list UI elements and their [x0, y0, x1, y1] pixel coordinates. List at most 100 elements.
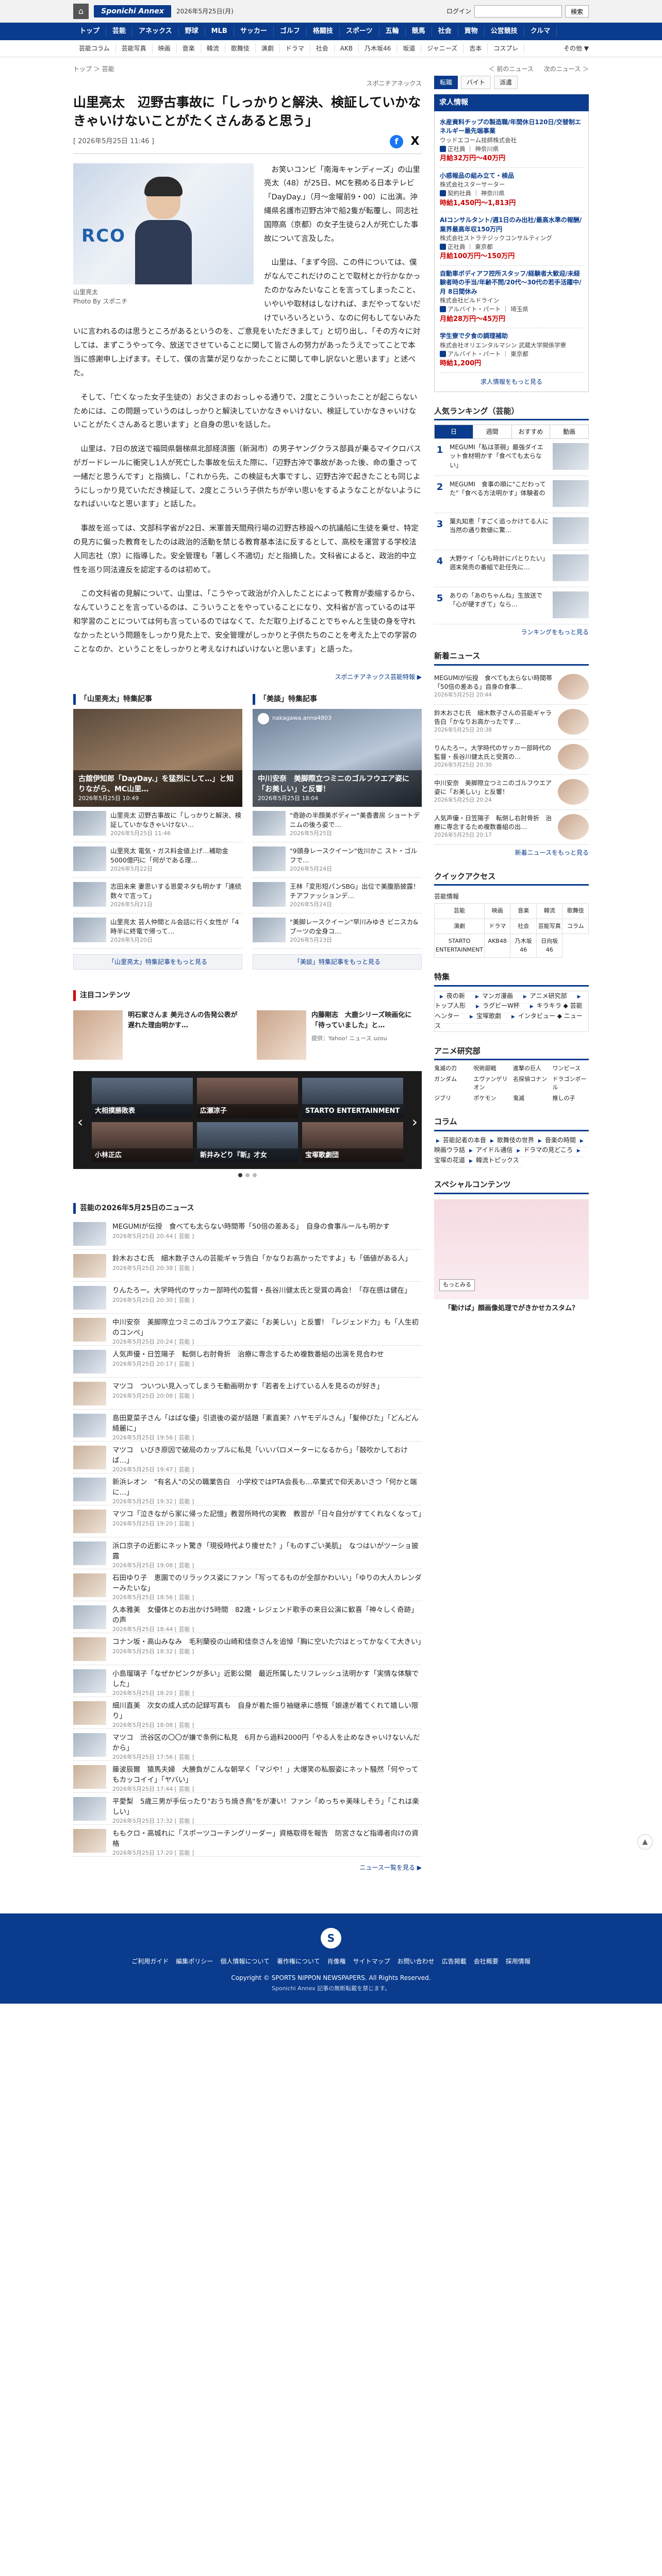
news-item[interactable]: 人気声優・日笠陽子 転倒し右肘骨折 治療に専念するため複数番組の出演を見合わせ 2…: [73, 1346, 422, 1378]
news-item[interactable]: 細川直美 次女の成人式の記録写真も 自身が着た振り袖継承に感慨「娘達が着てくれて…: [73, 1697, 422, 1730]
carousel-dot[interactable]: [245, 1173, 250, 1178]
quick-access-link[interactable]: コラム: [562, 919, 589, 935]
quick-access-link[interactable]: ドラマ: [484, 919, 511, 935]
quick-access-link[interactable]: 音楽: [510, 904, 537, 919]
home-icon[interactable]: ⌂: [73, 4, 89, 19]
column-link[interactable]: ドラマの見どころ: [515, 1143, 575, 1158]
latest-item[interactable]: りんたろー。大学時代のサッカー部時代の監督・長谷川健太氏と受賞の… 2026年5月…: [434, 740, 589, 775]
feature-image[interactable]: 古舘伊知郎「DayDay.」を猛烈にして…」と知りながら、MC山里… 2026年5…: [73, 708, 242, 807]
feature-image[interactable]: nakagawa.anna4803 中川安奈 美脚際立つミニのゴルフウエア姿に「お…: [253, 708, 422, 807]
nav-item[interactable]: スポーツ: [340, 26, 379, 37]
list-item[interactable]: 山里亮太 芸人仲間とル会話に行く女性が「4時半に終電で帰って… 2026年5月20…: [73, 913, 242, 950]
footer-link[interactable]: ご利用ガイド: [131, 1957, 169, 1966]
anime-link[interactable]: ポケモン: [474, 1094, 510, 1103]
carousel-card[interactable]: 新井みどり『新』才女: [197, 1122, 298, 1163]
search-input[interactable]: [474, 5, 562, 18]
subnav-item[interactable]: 映画: [153, 44, 177, 53]
nav-item[interactable]: サッカー: [234, 26, 274, 37]
quick-access-link[interactable]: 芸能写真: [536, 919, 563, 935]
subnav-item[interactable]: 乃木坂46: [359, 44, 398, 53]
nav-item[interactable]: 競馬: [406, 26, 432, 37]
subnav-item[interactable]: 芸能写真: [116, 44, 153, 53]
carousel-card[interactable]: 小林正広: [92, 1122, 193, 1163]
footer-link[interactable]: 広告掲載: [442, 1957, 467, 1966]
list-item[interactable]: "9頭身レースクイーン"佐川かこ スト・ゴルフで… 2026年5月24日: [253, 842, 422, 878]
carousel-prev-icon[interactable]: ‹: [77, 1111, 83, 1133]
anime-link[interactable]: 呪術廻戦: [474, 1064, 510, 1073]
job-item[interactable]: 学生寮で夕食の調理補助 株式会社オリエンタルマシン 武蔵大学関係学寮 アルバイト・パ…: [440, 328, 583, 373]
column-link[interactable]: 韓流トピックス: [467, 1153, 521, 1167]
news-item[interactable]: MEGUMIが伝授 食べても太らない時間帯「50倍の差ある」 自身の食事ルールも…: [73, 1218, 422, 1250]
subnav-item[interactable]: 吉本: [464, 44, 488, 53]
list-item[interactable]: "奇跡の半顔美ボディー"美香書房 ショートデニムの後ろ姿で… 2026年5月25日: [253, 807, 422, 842]
subnav-item[interactable]: 韓流: [201, 44, 225, 53]
login-link[interactable]: ログイン: [446, 7, 471, 16]
job-tab[interactable]: バイト: [461, 76, 491, 89]
anime-link[interactable]: 鬼滅: [513, 1094, 550, 1103]
latest-item[interactable]: MEGUMIが伝授 食べても太らない時間帯「50倍の差ある」自身の食事… 2026…: [434, 670, 589, 705]
ranking-item[interactable]: 3 葉丸知恵「すごく追っかけてる人に当然の通り数値に驚…: [434, 513, 589, 551]
next-news-link[interactable]: 次のニュース ＞: [544, 64, 589, 74]
job-more-link[interactable]: 求人情報をもっと見る: [440, 373, 583, 386]
carousel-dot[interactable]: [253, 1173, 257, 1178]
subnav-item[interactable]: 社会: [310, 44, 335, 53]
footer-link[interactable]: 個人情報について: [220, 1957, 270, 1966]
anime-link[interactable]: ドラゴンボール: [553, 1075, 589, 1092]
news-item[interactable]: 鈴木おさむ氏 細木数子さんの芸能ギャラ告白「かなりお高かったですよ」も「価値があ…: [73, 1250, 422, 1282]
news-item[interactable]: 浜口京子の近影にネット驚き「現役時代より痩せた？」「ものすごい美肌」 なつはいが…: [73, 1537, 422, 1570]
news-item[interactable]: ももクロ・高城れに「スポーツコーチングリーダー」資格取得を報告 防宮さなど指導者…: [73, 1825, 422, 1857]
anime-link[interactable]: ガンダム: [434, 1075, 471, 1092]
latest-item[interactable]: 中川安奈 美脚際立つミニのゴルフウエア姿に「お美しい」と反響！ 2026年5月25…: [434, 775, 589, 810]
page-top-icon[interactable]: ▲: [637, 1834, 653, 1850]
anime-link[interactable]: 進撃の巨人: [513, 1064, 550, 1073]
news-item[interactable]: マツコ ついつい見入ってしまうモ動画明かす「若者を上げている人を見るのが好き」 2…: [73, 1378, 422, 1410]
quick-access-link[interactable]: AKB48: [484, 934, 511, 958]
carousel-dot[interactable]: [238, 1173, 242, 1178]
nav-item[interactable]: 芸能: [106, 26, 133, 37]
latest-item[interactable]: 鈴木おさむ氏 細木数子さんの芸能ギャラ告白「かなりお高かったです… 2026年5月…: [434, 705, 589, 740]
job-item[interactable]: 水産資料チップの製造職/年間休日120日/交替制エネルギー最先端事業 ウッドエコー…: [440, 114, 583, 168]
pr-link[interactable]: スポニチアネックス芸能特報 ▶: [73, 672, 422, 682]
footer-logo[interactable]: S: [321, 1928, 341, 1949]
facebook-share-icon[interactable]: f: [390, 134, 403, 148]
latest-item[interactable]: 人気声優・日笠陽子 転倒し右肘骨折 治療に専念するため複数番組の出… 2026年5…: [434, 810, 589, 845]
nav-item[interactable]: 格闘技: [307, 26, 340, 37]
ranking-item[interactable]: 4 大野ケイ「心も時計にパとりたい」週末発売の番組で赴任先に…: [434, 550, 589, 588]
quick-access-link[interactable]: 社会: [510, 919, 537, 935]
prev-news-link[interactable]: ＜ 前のニュース: [489, 64, 534, 74]
feature-more-link[interactable]: 「美談」特集記事をもっと見る: [253, 954, 422, 970]
latest-more-link[interactable]: 新着ニュースをもっと見る: [434, 848, 589, 857]
footer-link[interactable]: 肖像権: [327, 1957, 346, 1966]
subnav-item[interactable]: 歌舞伎: [225, 44, 256, 53]
job-item[interactable]: AIコンサルタント/週1日のみ出社/最高水準の報酬/業界最高年収150万円 株式会…: [440, 212, 583, 266]
subnav-item[interactable]: ジャニーズ: [421, 44, 464, 53]
news-item[interactable]: 中川安奈 美脚際立つミニのゴルフウエア姿に「お美しい」と反響！「レジェンド力」も…: [73, 1314, 422, 1346]
list-item[interactable]: 山里亮太 辺野古事故に「しっかりと解決、検証していかなきゃいけない… 2026年5…: [73, 807, 242, 842]
ranking-tab[interactable]: 日: [435, 425, 473, 439]
footer-link[interactable]: 編集ポリシー: [176, 1957, 213, 1966]
job-tab[interactable]: 派遣: [494, 76, 518, 89]
news-item[interactable]: マツコ 渋谷区の〇〇が嫌で条例に私見 6月から過料2000円「やる人を止めなきゃ…: [73, 1729, 422, 1761]
carousel-card[interactable]: 大相撲勝敗表: [92, 1078, 193, 1118]
subnav-item[interactable]: 坂道: [397, 44, 422, 53]
search-button[interactable]: 検索: [565, 5, 589, 18]
news-item[interactable]: マツコ いびき原因で破局のカップルに私見「いいパロメーターになるから」「鼓吹かし…: [73, 1442, 422, 1474]
quick-access-link[interactable]: 演劇: [435, 919, 485, 935]
news-item[interactable]: 島田夏菜子さん「はばな優」引退後の姿が話題「素直美？ハヤモデルさん」「髪伸びた」…: [73, 1410, 422, 1442]
job-tab[interactable]: 転職: [434, 76, 458, 89]
nav-item[interactable]: 公営競技: [485, 26, 524, 37]
anime-link[interactable]: エヴァンゲリオン: [474, 1075, 510, 1092]
ranking-more-link[interactable]: ランキングをもっと見る: [434, 628, 589, 637]
nav-item[interactable]: クルマ: [524, 26, 557, 37]
list-item[interactable]: "美脚レースクイーン"早川みゆき ビニスカ&ブーツの全身コ… 2026年5月23日: [253, 913, 422, 950]
job-item[interactable]: 自動車ボディアフ控所スタッフ/経験者大歓迎/未経験者時の手当/年齢不問/20代〜…: [440, 266, 583, 329]
nav-item[interactable]: 社会: [432, 26, 458, 37]
nav-item[interactable]: 五輪: [379, 26, 406, 37]
quick-access-link[interactable]: 日向坂46: [536, 934, 563, 958]
nav-item[interactable]: 買物: [458, 26, 485, 37]
footer-link[interactable]: お問い合わせ: [398, 1957, 435, 1966]
news-item[interactable]: 久本雅美 女優体とのお出かけ5時間 82歳・レジェンド歌手の来日公演に歓喜「神々…: [73, 1601, 422, 1634]
news-item[interactable]: マツコ「泣きながら家に帰った記憶」教習所時代の実教 教習が「日々自分がすてくれな…: [73, 1505, 425, 1538]
subnav-more-button[interactable]: その他 ▼: [564, 44, 589, 53]
footer-link[interactable]: 会社概要: [474, 1957, 499, 1966]
